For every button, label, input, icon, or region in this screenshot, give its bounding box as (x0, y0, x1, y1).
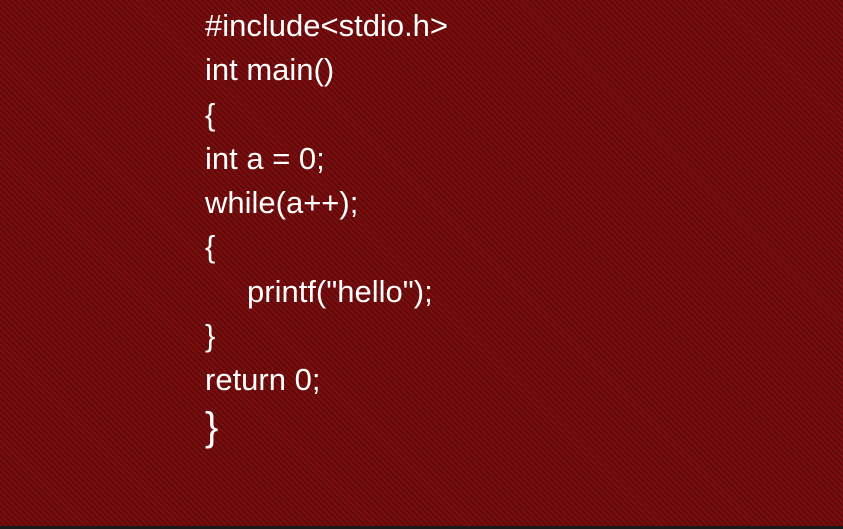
code-line-close-brace: } (205, 404, 219, 449)
code-line-include: #include<stdio.h> (205, 8, 449, 43)
code-line-main-signature: int main() (205, 52, 335, 88)
code-line-block-close: } (205, 318, 216, 354)
code-line-declaration: int a = 0; (205, 140, 325, 176)
code-line-while: while(a++); (205, 185, 359, 221)
code-line-return: return 0; (205, 362, 321, 398)
code-line-open-brace: { (205, 96, 216, 132)
code-slide: #include<stdio.h> int main() { int a = 0… (0, 0, 843, 529)
code-line-printf: printf("hello"); (247, 273, 433, 309)
code-block: #include<stdio.h> int main() { int a = 0… (205, 4, 449, 449)
code-line-block-open: { (205, 229, 216, 265)
